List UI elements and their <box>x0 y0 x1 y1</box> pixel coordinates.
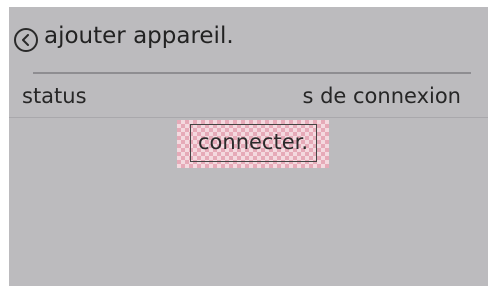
status-row: status s de connexion <box>9 75 488 118</box>
connection-status-label: s de connexion <box>302 84 461 108</box>
status-label: status <box>22 84 87 108</box>
connect-button[interactable]: connecter. <box>177 120 329 168</box>
connect-button-label: connecter. <box>197 130 308 154</box>
device-screen: ajouter appareil. status s de connexion … <box>9 7 488 286</box>
page-title: ajouter appareil. <box>44 23 234 49</box>
back-arrow-icon[interactable] <box>14 28 38 52</box>
header: ajouter appareil. <box>9 7 488 69</box>
header-divider <box>33 72 471 74</box>
